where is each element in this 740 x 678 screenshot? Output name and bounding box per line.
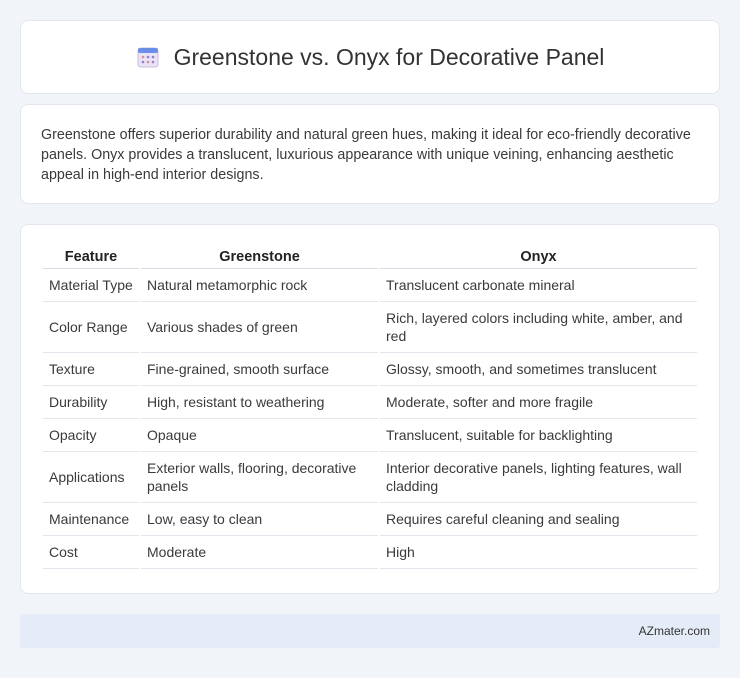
onyx-cell: Glossy, smooth, and sometimes translucen… bbox=[380, 353, 697, 386]
table-row: Color Range Various shades of green Rich… bbox=[43, 302, 697, 353]
greenstone-cell: Exterior walls, flooring, decorative pan… bbox=[141, 452, 378, 503]
feature-cell: Maintenance bbox=[43, 503, 139, 536]
greenstone-cell: Opaque bbox=[141, 419, 378, 452]
greenstone-cell: Fine-grained, smooth surface bbox=[141, 353, 378, 386]
onyx-cell: Interior decorative panels, lighting fea… bbox=[380, 452, 697, 503]
feature-cell: Texture bbox=[43, 353, 139, 386]
table-row: Cost Moderate High bbox=[43, 536, 697, 569]
footer-bar: AZmater.com bbox=[20, 614, 720, 648]
onyx-cell: Moderate, softer and more fragile bbox=[380, 386, 697, 419]
footer-brand: AZmater.com bbox=[638, 624, 710, 638]
feature-cell: Opacity bbox=[43, 419, 139, 452]
table-row: Applications Exterior walls, flooring, d… bbox=[43, 452, 697, 503]
title-card: Greenstone vs. Onyx for Decorative Panel bbox=[20, 20, 720, 94]
onyx-cell: Translucent carbonate mineral bbox=[380, 269, 697, 302]
onyx-cell: Requires careful cleaning and sealing bbox=[380, 503, 697, 536]
table-row: Texture Fine-grained, smooth surface Glo… bbox=[43, 353, 697, 386]
feature-cell: Durability bbox=[43, 386, 139, 419]
page-title: Greenstone vs. Onyx for Decorative Panel bbox=[173, 43, 605, 70]
comparison-table: Feature Greenstone Onyx Material Type Na… bbox=[41, 247, 699, 569]
feature-cell: Color Range bbox=[43, 302, 139, 353]
greenstone-cell: Various shades of green bbox=[141, 302, 378, 353]
onyx-cell: High bbox=[380, 536, 697, 569]
onyx-cell: Translucent, suitable for backlighting bbox=[380, 419, 697, 452]
feature-cell: Applications bbox=[43, 452, 139, 503]
feature-cell: Cost bbox=[43, 536, 139, 569]
table-row: Opacity Opaque Translucent, suitable for… bbox=[43, 419, 697, 452]
table-row: Material Type Natural metamorphic rock T… bbox=[43, 269, 697, 302]
header-onyx: Onyx bbox=[380, 247, 697, 269]
title-wrap: Greenstone vs. Onyx for Decorative Panel bbox=[136, 43, 605, 71]
intro-card: Greenstone offers superior durability an… bbox=[20, 104, 720, 204]
comparison-card: Feature Greenstone Onyx Material Type Na… bbox=[20, 224, 720, 594]
feature-cell: Material Type bbox=[43, 269, 139, 302]
header-greenstone: Greenstone bbox=[141, 247, 378, 269]
table-row: Maintenance Low, easy to clean Requires … bbox=[43, 503, 697, 536]
table-row: Durability High, resistant to weathering… bbox=[43, 386, 697, 419]
greenstone-cell: Moderate bbox=[141, 536, 378, 569]
table-header-row: Feature Greenstone Onyx bbox=[43, 247, 697, 269]
onyx-cell: Rich, layered colors including white, am… bbox=[380, 302, 697, 353]
header-feature: Feature bbox=[43, 247, 139, 269]
greenstone-cell: High, resistant to weathering bbox=[141, 386, 378, 419]
intro-text: Greenstone offers superior durability an… bbox=[41, 127, 691, 183]
greenstone-cell: Natural metamorphic rock bbox=[141, 269, 378, 302]
calendar-grid-icon bbox=[136, 45, 160, 69]
greenstone-cell: Low, easy to clean bbox=[141, 503, 378, 536]
